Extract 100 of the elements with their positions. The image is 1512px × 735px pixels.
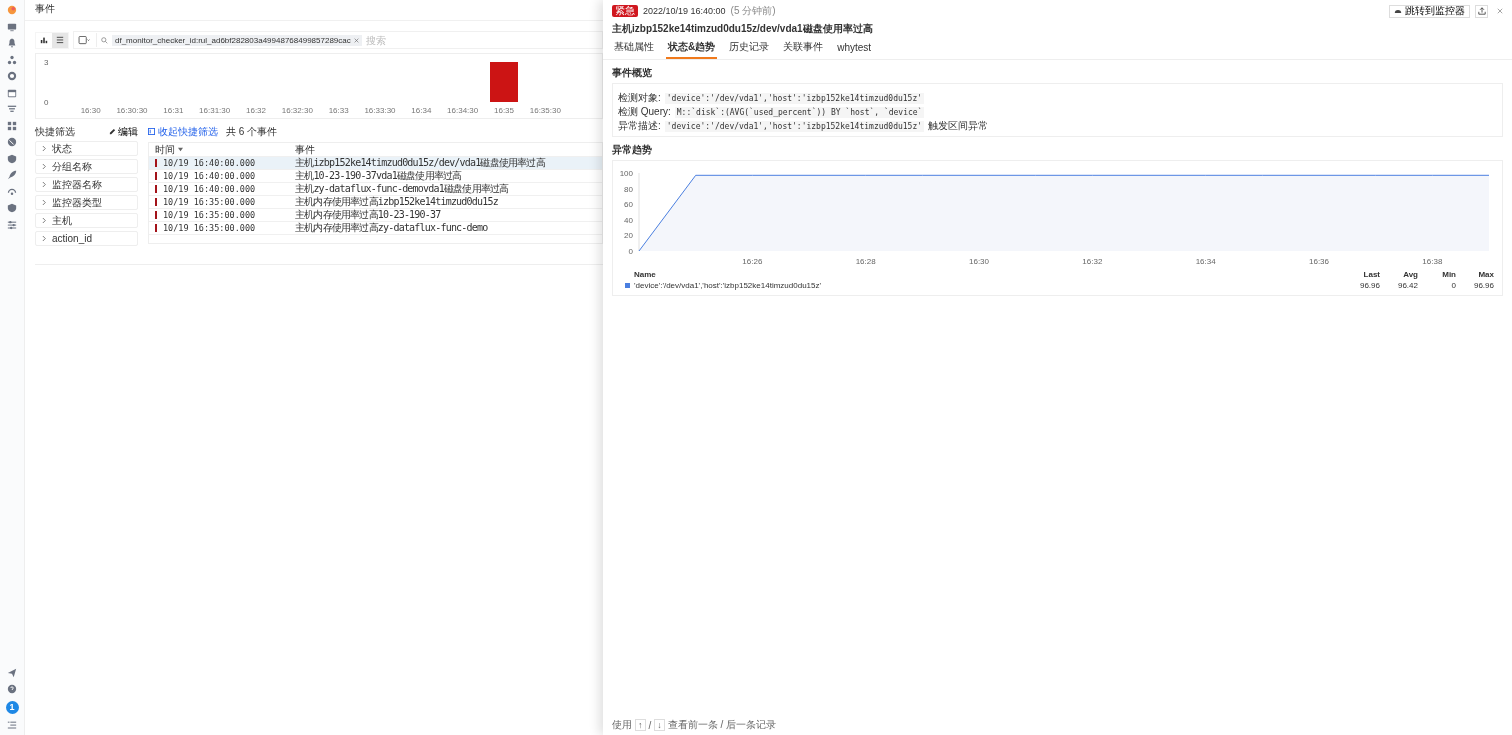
series-swatch bbox=[625, 283, 630, 288]
event-row[interactable]: 10/19 16:40:00.000 主机10-23-190-37vda1磁盘使用率过高 bbox=[149, 170, 602, 183]
axis-label: 16:32 bbox=[1082, 257, 1103, 266]
filter-group[interactable]: 分组名称 bbox=[35, 159, 138, 174]
axis-label: 16:30 bbox=[969, 257, 989, 266]
table-cell-text: 主机10-23-190-37vda1磁盘使用率过高 bbox=[295, 169, 463, 183]
filter-group[interactable]: 状态 bbox=[35, 141, 138, 156]
page-title: 事件 bbox=[25, 0, 603, 21]
filter-group[interactable]: 监控器类型 bbox=[35, 195, 138, 210]
logo-icon[interactable] bbox=[7, 5, 17, 15]
tab[interactable]: 状态&趋势 bbox=[666, 38, 718, 59]
code-value: 'device':'/dev/vda1','host':'izbp152ke14timzud0du15z' bbox=[664, 120, 925, 132]
section-title: 事件概览 bbox=[612, 66, 653, 80]
shield-icon[interactable] bbox=[7, 153, 17, 164]
menu-icon[interactable] bbox=[7, 720, 17, 730]
chevron-icon bbox=[42, 235, 47, 242]
nodes-icon[interactable] bbox=[7, 54, 17, 65]
table-cell: 10/19 16:35:00.000 bbox=[149, 197, 295, 207]
axis-label: 16:34 bbox=[411, 106, 432, 115]
axis-label: 16:31 bbox=[163, 106, 184, 115]
axis-label: 16:36 bbox=[1309, 257, 1329, 266]
axis-label: 16:26 bbox=[742, 257, 763, 266]
event-row[interactable]: 10/19 16:40:00.000 主机izbp152ke14timzud0du15z/dev/vda1磁盘使用率过高 bbox=[149, 157, 602, 170]
event-count: 共 6 个事件 bbox=[226, 124, 278, 139]
search-icon bbox=[101, 36, 108, 44]
sort-icon[interactable] bbox=[178, 147, 183, 152]
event-row[interactable]: 10/19 16:35:00.000 主机内存使用率过高10-23-190-37 bbox=[149, 209, 602, 222]
gauge-icon bbox=[1394, 7, 1402, 15]
export-icon bbox=[1477, 7, 1486, 15]
export-button[interactable] bbox=[1475, 4, 1488, 18]
tab[interactable]: whytest bbox=[835, 38, 874, 59]
filter-group[interactable]: 主机 bbox=[35, 213, 138, 228]
table-cell: 10/19 16:40:00.000 bbox=[149, 171, 295, 181]
pencil-icon bbox=[109, 128, 116, 135]
help-icon[interactable] bbox=[7, 684, 17, 694]
collapse-filter-link[interactable]: 收起快捷筛选 bbox=[148, 124, 218, 139]
axis-label: 16:32 bbox=[246, 106, 266, 115]
filter-group[interactable]: action_id bbox=[35, 231, 138, 246]
key-cap: ↓ bbox=[654, 719, 665, 731]
table-cell-text: 主机zy-dataflux-func-demovda1磁盘使用率过高 bbox=[295, 182, 510, 196]
chart-view-button[interactable] bbox=[36, 32, 52, 48]
gauge-icon[interactable] bbox=[7, 71, 17, 81]
axis-label: 16:38 bbox=[1422, 257, 1443, 266]
series-name: 'device':'/dev/vda1','host':'izbp152ke14timzud0du15z' bbox=[634, 281, 822, 290]
chevron-icon bbox=[42, 163, 47, 170]
table-cell-text: 主机内存使用率过高izbp152ke14timzud0du15z bbox=[295, 195, 499, 209]
axis-label: 100 bbox=[619, 169, 633, 178]
axis-label: 40 bbox=[624, 215, 633, 225]
severity-tag: 紧急 bbox=[612, 5, 638, 17]
axis-label: 16:35 bbox=[494, 106, 514, 115]
axis-label: 16:35:30 bbox=[529, 106, 561, 115]
axis-label: 16:33:30 bbox=[364, 106, 396, 115]
event-row[interactable]: 10/19 16:35:00.000 主机内存使用率过高izbp152ke14timzud0du15z bbox=[149, 196, 602, 209]
table-cell: 10/19 16:40:00.000 bbox=[149, 158, 295, 168]
filter-group[interactable]: 监控器名称 bbox=[35, 177, 138, 192]
event-row[interactable]: 10/19 16:35:00.000 主机内存使用率过高zy-dataflux-func-demo bbox=[149, 222, 602, 235]
axis-label: 16:28 bbox=[855, 257, 876, 266]
list-view-button[interactable] bbox=[52, 32, 68, 48]
calendar-icon[interactable] bbox=[7, 87, 17, 98]
jump-to-monitor-button[interactable]: 跳转到监控器 bbox=[1389, 4, 1470, 18]
edit-button[interactable]: 编辑 bbox=[109, 124, 138, 139]
axis-label: 0 bbox=[44, 98, 49, 107]
section-title: 快捷筛选 bbox=[35, 124, 75, 139]
signal-icon[interactable] bbox=[7, 186, 17, 197]
filter-tag[interactable]: df_monitor_checker_id:rul_ad6bf282803a49948768499857289cac bbox=[112, 34, 362, 46]
table-cell-text: 96.42 bbox=[1396, 281, 1418, 290]
chevron-icon bbox=[42, 199, 47, 206]
axis-label: 16:32:30 bbox=[281, 106, 313, 115]
column-header: Max bbox=[1477, 270, 1494, 279]
axis-label: 20 bbox=[624, 231, 633, 241]
send-icon[interactable] bbox=[7, 667, 17, 678]
panel-icon bbox=[148, 128, 155, 135]
notification-badge[interactable]: 1 bbox=[5, 700, 19, 714]
list-icon bbox=[56, 36, 64, 44]
grid-icon[interactable] bbox=[7, 120, 17, 131]
search-bar[interactable]: df_monitor_checker_id:rul_ad6bf282803a49948768499857289cac 搜索 bbox=[73, 31, 603, 49]
event-row[interactable]: 10/19 16:40:00.000 主机zy-dataflux-func-demovda1磁盘使用率过高 bbox=[149, 183, 602, 196]
tab[interactable]: 历史记录 bbox=[727, 38, 772, 59]
image-dropdown-button[interactable] bbox=[76, 33, 97, 47]
monitor-icon[interactable] bbox=[7, 21, 17, 32]
code-value: 'device':'/dev/vda1','host':'izbp152ke14timzud0du15z' bbox=[664, 92, 925, 104]
tab[interactable]: 关联事件 bbox=[781, 38, 826, 59]
tab[interactable]: 基础属性 bbox=[612, 38, 656, 59]
axis-label: 16:33 bbox=[328, 106, 349, 115]
column-header: Last bbox=[1362, 270, 1380, 279]
shield-icon[interactable] bbox=[7, 203, 17, 213]
axis-label: 16:31:30 bbox=[199, 106, 231, 115]
bell-icon[interactable] bbox=[7, 38, 17, 48]
sliders-icon[interactable] bbox=[7, 219, 17, 230]
filter-icon[interactable] bbox=[7, 104, 17, 114]
close-icon[interactable] bbox=[353, 37, 359, 43]
event-title: 主机izbp152ke14timzud0du15z/dev/vda1磁盘使用率过高 bbox=[611, 22, 874, 36]
column-header[interactable]: 时间 bbox=[149, 142, 295, 157]
close-icon[interactable] bbox=[1497, 8, 1503, 14]
column-header[interactable]: 事件 bbox=[295, 142, 602, 157]
axis-label: 60 bbox=[624, 200, 633, 210]
column-header: Avg bbox=[1402, 270, 1418, 279]
field-label: 检测对象: bbox=[618, 92, 661, 104]
field-label: 检测 Query: bbox=[618, 106, 671, 118]
image-icon bbox=[78, 35, 90, 45]
